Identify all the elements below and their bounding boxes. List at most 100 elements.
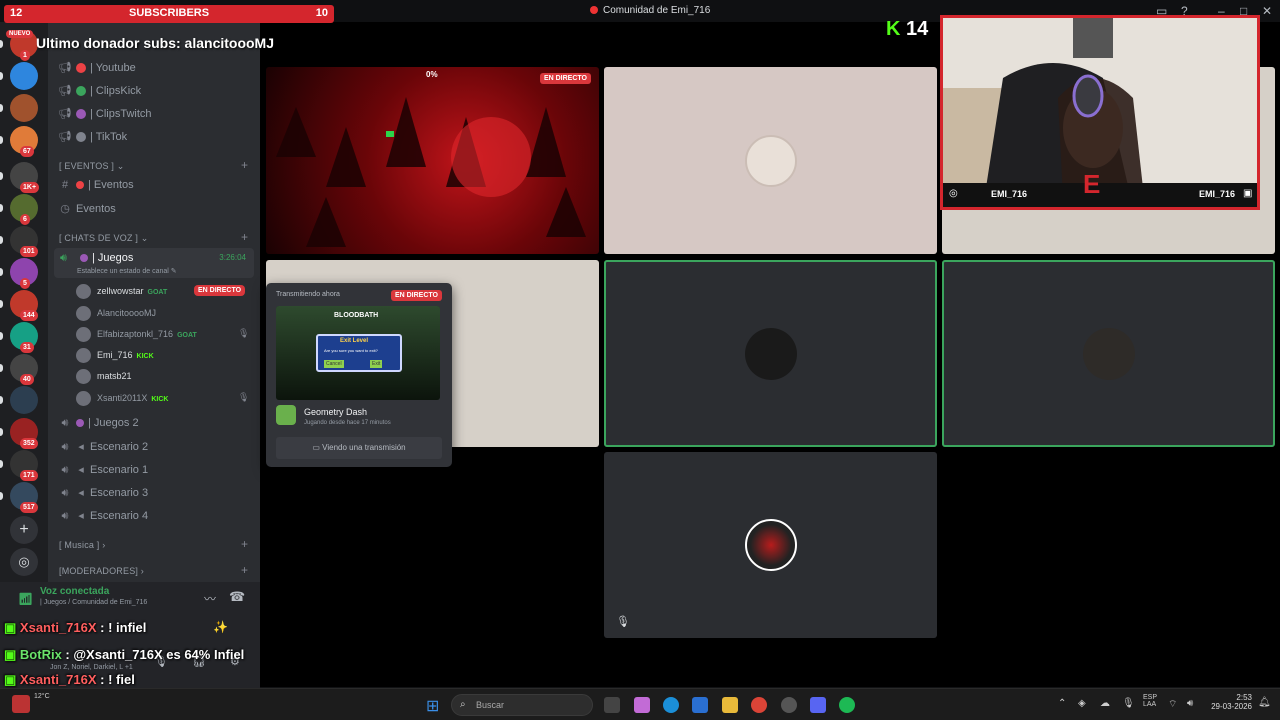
live-badge: EN DIRECTO — [539, 73, 591, 84]
voice-channel-item[interactable]: 🔊︎ ◂ Escenario 4 — [58, 509, 149, 523]
screen-icon: ▭ — [312, 443, 320, 452]
channel-item[interactable]: 📢︎ | ClipsTwitch — [58, 107, 152, 120]
spotify-icon[interactable] — [839, 697, 855, 713]
channel-juegos-active[interactable]: 🔊︎ | Juegos 3:26:04 Establece un estado … — [54, 248, 254, 278]
category-moderadores[interactable]: [MODERADORES] › — [59, 566, 144, 576]
channel-status[interactable]: Establece un estado de canal ✎ — [77, 267, 177, 275]
taskbar-search[interactable]: ⌕ Buscar — [451, 694, 593, 716]
speaker-small-icon: ◂ — [78, 510, 84, 522]
sub-label: SUBSCRIBERS — [129, 7, 210, 19]
voice-user[interactable]: Emi_716 KICK — [76, 348, 154, 363]
store-icon[interactable] — [692, 697, 708, 713]
windows-start-icon[interactable]: ⊞ — [426, 696, 439, 716]
chrome-icon[interactable] — [751, 697, 767, 713]
server-badge: 67 — [20, 146, 34, 157]
add-server-icon[interactable]: + — [10, 516, 38, 544]
voice-channel-item[interactable]: 🔊︎ ◂ Escenario 2 — [58, 440, 149, 454]
file-explorer-icon[interactable] — [722, 697, 738, 713]
server-badge: 1K+ — [20, 182, 40, 193]
participant-tile[interactable]: 🎙︎ — [604, 452, 937, 638]
progress-percent: 0% — [426, 70, 438, 79]
speaker-icon: 🔊︎ — [61, 464, 69, 476]
sub-current: 12 — [10, 7, 23, 19]
server-icon[interactable] — [10, 62, 38, 90]
channel-sidebar: 📢︎ | Youtube 📢︎ | ClipsKick 📢︎ | ClipsTwitch 📢… — [48, 22, 260, 582]
speaker-icon: 🔊︎ — [61, 417, 69, 429]
noise-suppression-icon[interactable]: 〰 — [204, 590, 216, 607]
voice-user[interactable]: Elfabizaptonkl_716 GOAT — [76, 327, 197, 342]
stream-tile-geometry-dash[interactable]: 0% EN DIRECTO — [266, 67, 599, 254]
voice-user[interactable]: matsb21 — [76, 369, 132, 384]
voice-user[interactable]: zellwowstar GOAT — [76, 284, 167, 299]
copilot-icon[interactable] — [634, 697, 650, 713]
popup-live-badge: EN DIRECTO — [390, 290, 442, 301]
server-icon[interactable] — [10, 386, 38, 414]
signal-icon[interactable]: 📶︎ — [18, 592, 33, 606]
voice-channel-item[interactable]: 🔊︎ | Juegos 2 — [58, 417, 139, 430]
muted-mic-icon: 🎙︎ — [616, 616, 630, 628]
megaphone-icon: 📢︎ — [58, 131, 72, 143]
category-eventos[interactable]: [ EVENTOS ] ⌄ — [59, 161, 125, 172]
events-link[interactable]: ◷ Eventos — [58, 202, 116, 215]
new-badge: NUEVO — [6, 30, 34, 38]
kick-badge-icon: ▣ — [4, 647, 17, 662]
wifi-icon[interactable]: ⌔ — [1168, 698, 1177, 711]
voice-channel-item[interactable]: 🔊︎ ◂ Escenario 1 — [58, 463, 149, 477]
category-musica[interactable]: [ Musica ] › — [59, 540, 105, 550]
unread-indicator — [0, 460, 3, 468]
unread-indicator — [0, 396, 3, 404]
kick-logo-icon: K — [886, 18, 901, 40]
task-view-icon[interactable] — [604, 697, 620, 713]
weather-icon[interactable] — [12, 695, 30, 713]
language-indicator[interactable]: ESP LAA — [1143, 694, 1157, 708]
chat-message: ▣ Xsanti_716X : ! infiel — [4, 620, 147, 635]
server-badge: 31 — [20, 342, 34, 353]
server-badge: 144 — [20, 310, 38, 321]
channel-emoji-icon — [76, 132, 86, 143]
voice-location[interactable]: | Juegos / Comunidad de Emi_716 — [40, 599, 147, 606]
server-icon[interactable] — [10, 94, 38, 122]
voice-status: Voz conectada — [40, 586, 110, 597]
user-live-badge: EN DIRECTO — [194, 285, 246, 296]
activity-icon[interactable]: ✨ — [213, 620, 228, 634]
add-channel-icon[interactable]: + — [241, 158, 248, 172]
onedrive-icon[interactable]: ☁ — [1100, 698, 1110, 709]
explore-icon[interactable]: ◎ — [10, 548, 38, 576]
notifications-icon[interactable]: 🔔︎ — [1258, 697, 1271, 708]
channel-item[interactable]: 📢︎ | Youtube — [58, 61, 136, 74]
discord-icon[interactable] — [810, 697, 826, 713]
unread-indicator — [0, 204, 3, 212]
streamer-webcam: ◎ EMI_716 E EMI_716 ▣ — [940, 15, 1260, 210]
participant-avatar — [744, 327, 797, 380]
microphone-tray-icon[interactable]: 🎙︎ — [1122, 698, 1135, 709]
watching-stream-button[interactable]: ▭ Viendo una transmisión — [276, 437, 442, 459]
disconnect-icon[interactable]: ☎ — [229, 589, 245, 605]
tray-app-icon[interactable]: ◈ — [1078, 698, 1086, 709]
speaker-icon: 🔊︎ — [61, 441, 69, 453]
muted-icon: 🎙︎ — [238, 392, 250, 402]
streamer-logo-icon: E — [1083, 169, 1101, 199]
participant-tile[interactable] — [604, 67, 937, 254]
voice-user[interactable]: AlancitooooMJ — [76, 306, 156, 321]
avatar — [76, 391, 91, 406]
close-button[interactable]: ✕ — [1262, 4, 1272, 18]
voice-user[interactable]: Xsanti2011X KICK — [76, 391, 169, 406]
add-music-channel-icon[interactable]: + — [241, 537, 248, 551]
clock[interactable]: 2:53 29-03-2026 — [1208, 693, 1252, 711]
category-chats-de-voz[interactable]: [ CHATS DE VOZ ] ⌄ — [59, 233, 149, 244]
channel-emoji-icon — [76, 181, 84, 190]
edge-icon[interactable] — [663, 697, 679, 713]
popup-preview[interactable]: BLOODBATH Exit Level Are you sure you wa… — [276, 306, 440, 400]
channel-item[interactable]: 📢︎ | ClipsKick — [58, 84, 141, 97]
tray-chevron-icon[interactable]: ⌃ — [1058, 698, 1066, 709]
voice-channel-item[interactable]: 🔊︎ ◂ Escenario 3 — [58, 486, 149, 500]
participant-avatar — [744, 519, 797, 571]
add-mod-channel-icon[interactable]: + — [241, 563, 248, 577]
channel-eventos[interactable]: # | Eventos — [58, 179, 134, 191]
volume-icon[interactable]: 🔊︎ — [1187, 698, 1193, 709]
channel-item[interactable]: 📢︎ | TikTok — [58, 130, 127, 143]
add-voice-channel-icon[interactable]: + — [241, 230, 248, 244]
participant-tile-speaking[interactable] — [942, 260, 1275, 447]
obs-icon[interactable] — [781, 697, 797, 713]
participant-tile-speaking[interactable] — [604, 260, 937, 447]
